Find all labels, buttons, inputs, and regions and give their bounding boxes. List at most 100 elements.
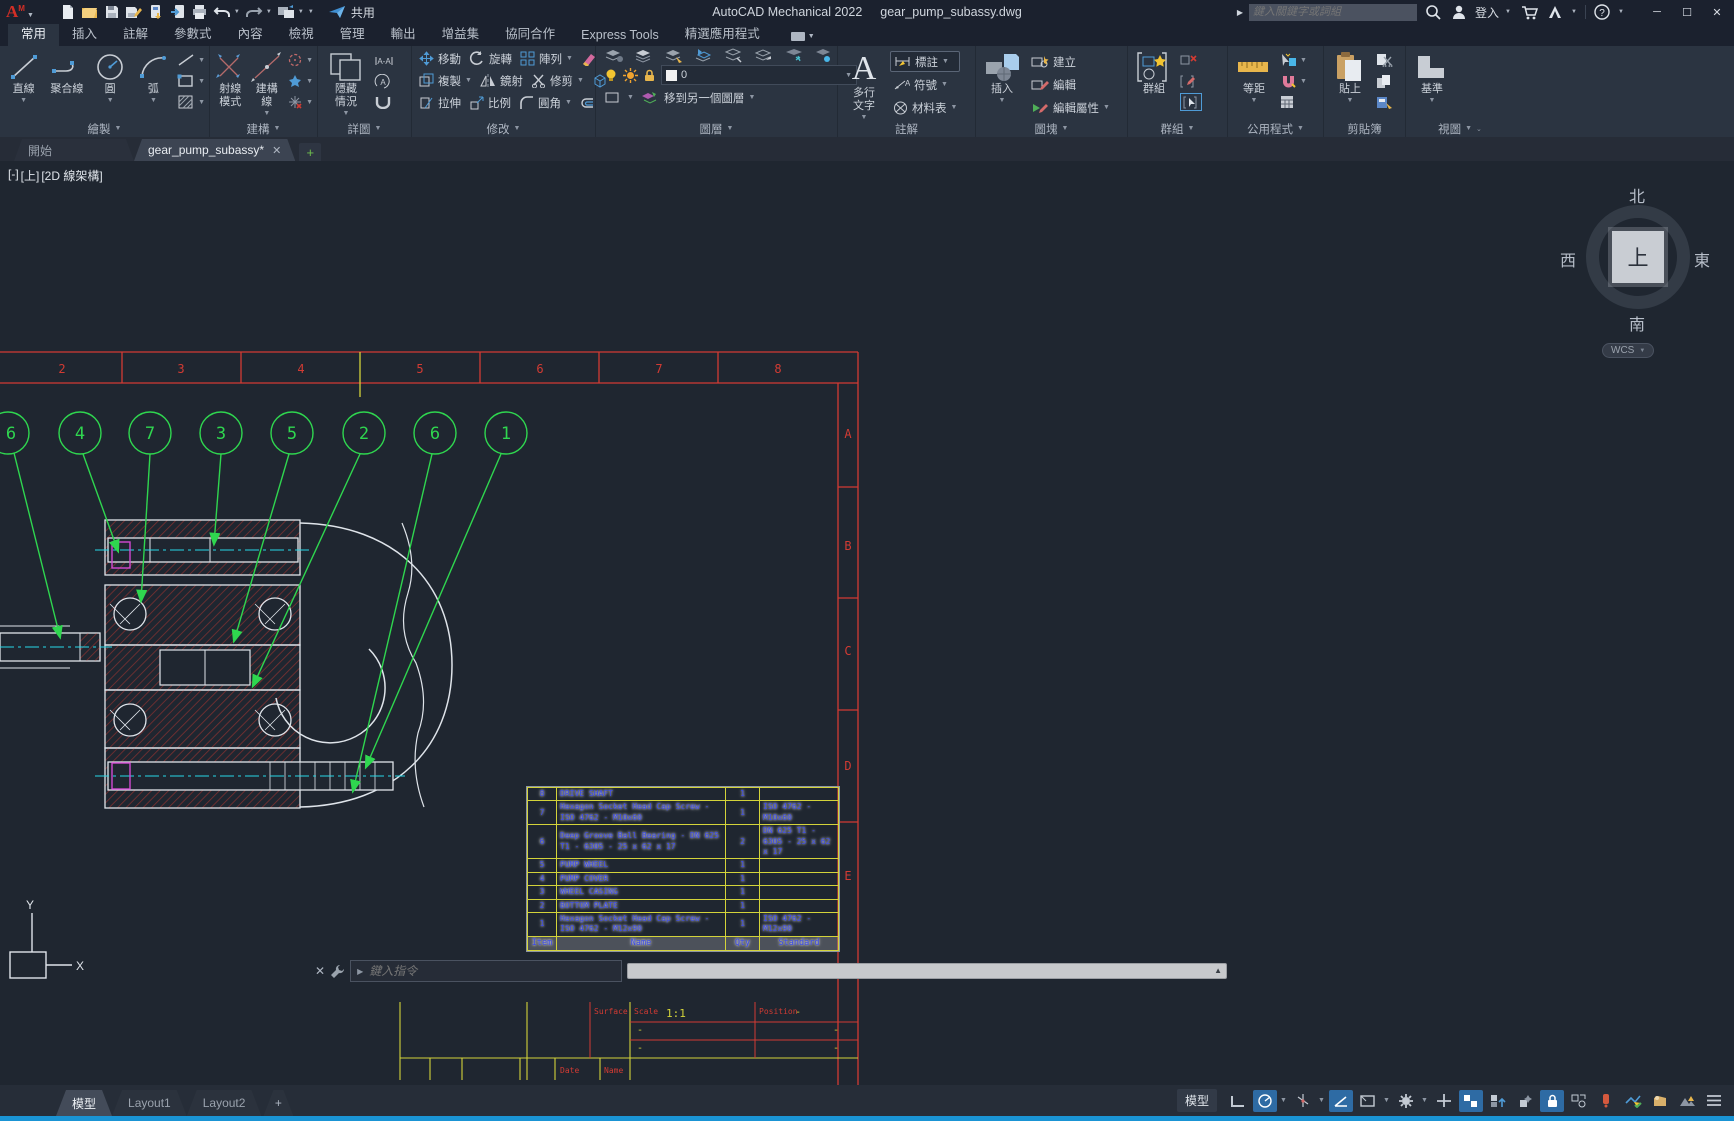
layer-walk-icon[interactable] <box>694 48 714 63</box>
layer-on-icon[interactable] <box>604 68 618 83</box>
trace-icon[interactable] <box>1594 1090 1618 1112</box>
help-caret-icon[interactable]: ▼ <box>1618 9 1626 15</box>
command-history-up-icon[interactable]: ▲ <box>1214 966 1222 975</box>
bom-table[interactable]: 8DRIVE SHAFT1 7Hexagon Socket Head Cap S… <box>527 787 839 951</box>
group-edit-button[interactable] <box>1180 72 1202 90</box>
app-store-cart-icon[interactable] <box>1519 2 1539 22</box>
ray-mode-button[interactable]: 射線 模式 <box>214 49 247 109</box>
layer-freeze-icon[interactable] <box>784 48 804 63</box>
help-icon[interactable]: ? <box>1592 2 1612 22</box>
edit-attributes-button[interactable]: 編輯屬性▼ <box>1028 97 1113 118</box>
layer-bulb-icon[interactable] <box>814 48 832 63</box>
close-tab-icon[interactable]: ✕ <box>272 144 281 157</box>
print-button[interactable] <box>190 2 210 22</box>
panel-label-layers[interactable]: 圖層▼ <box>596 120 837 137</box>
tab-layout1[interactable]: Layout1 <box>112 1090 187 1116</box>
annotation-scale-lock-icon[interactable] <box>1540 1090 1564 1112</box>
visual-style-control[interactable]: [2D 線架構] <box>41 167 102 184</box>
arc-button[interactable]: 弧▼ <box>134 49 173 104</box>
plot-button[interactable] <box>146 2 166 22</box>
dynamic-input-icon[interactable] <box>1356 1090 1380 1112</box>
move-to-layer-button[interactable]: 移到另一個圖層▼ <box>664 87 755 108</box>
measure-button[interactable]: 等距▼ <box>1232 49 1276 104</box>
base-view-button[interactable]: 基準▼ <box>1410 49 1454 104</box>
stretch-button[interactable]: 拉伸 <box>416 92 464 113</box>
dimension-button[interactable]: 標註▼ <box>890 51 960 72</box>
viewcube[interactable]: 北 南 西 東 上 WCS▼ <box>1576 191 1706 361</box>
insert-block-button[interactable]: 插入▼ <box>980 49 1024 104</box>
signin-button[interactable]: 登入 <box>1475 4 1499 21</box>
mtext-button[interactable]: A 多行 文字▼ <box>842 49 886 121</box>
viewcube-north[interactable]: 北 <box>1629 183 1645 207</box>
autodesk-app-icon[interactable] <box>1545 2 1565 22</box>
workspace-button[interactable] <box>276 2 296 22</box>
polyline-button[interactable]: 聚合線 <box>47 49 86 96</box>
viewcube-top-face[interactable]: 上 <box>1612 231 1664 283</box>
selection-cycling-icon[interactable] <box>1432 1090 1456 1112</box>
search-expand-icon[interactable]: ▶ <box>1237 8 1243 17</box>
layer-prev-icon[interactable] <box>754 48 774 63</box>
panel-label-modify[interactable]: 修改▼ <box>412 120 595 137</box>
detail-clip-button[interactable] <box>374 93 394 111</box>
move-button[interactable]: 移動 <box>416 48 464 69</box>
polar-caret-icon[interactable]: ▼ <box>1318 1097 1326 1104</box>
panel-label-view[interactable]: 視圖▼⌄ <box>1406 120 1514 137</box>
panel-label-draw[interactable]: 繪製▼ <box>0 120 209 137</box>
undo-caret-icon[interactable]: ▼ <box>234 9 242 15</box>
wcs-dropdown[interactable]: WCS▼ <box>1602 343 1654 358</box>
user-icon[interactable] <box>1449 2 1469 22</box>
cut-button[interactable] <box>1376 51 1393 69</box>
settings-caret-icon[interactable]: ▼ <box>1421 1097 1429 1104</box>
splatter-flyout-button[interactable]: ▼ <box>287 72 313 90</box>
hide-situation-button[interactable]: 隱藏 情況▼ <box>322 49 370 117</box>
tab-layout2[interactable]: Layout2 <box>187 1090 262 1116</box>
panel-label-block[interactable]: 圖塊▼ <box>976 120 1127 137</box>
erase-construction-button[interactable]: ▼ <box>287 93 313 111</box>
drawing-canvas[interactable]: [-] [上] [2D 線架構] <box>0 161 1734 1085</box>
save-as-button[interactable] <box>124 2 144 22</box>
trim-button[interactable]: 修剪▼ <box>528 70 587 91</box>
qat-customize-caret-icon[interactable]: ▼ <box>308 9 316 15</box>
model-space-toggle[interactable]: 模型 <box>1177 1089 1217 1112</box>
hatch-flyout-button[interactable]: ▼ <box>177 93 205 111</box>
viewport-menu-control[interactable]: [-] <box>8 167 19 184</box>
workspace-caret-icon[interactable]: ▼ <box>298 9 306 15</box>
view-control[interactable]: [上] <box>21 167 40 184</box>
array-button[interactable]: 陣列▼ <box>517 48 576 69</box>
paste-button[interactable]: 貼上▼ <box>1328 49 1372 104</box>
calculator-button[interactable] <box>1280 93 1307 111</box>
layer-thaw-icon[interactable] <box>623 68 638 83</box>
viewcube-south[interactable]: 南 <box>1629 311 1645 335</box>
tab-model[interactable]: 模型 <box>56 1090 112 1116</box>
bom-button[interactable]: 材料表▼ <box>890 97 960 118</box>
snap-magnet-button[interactable]: ▼ <box>1280 72 1307 90</box>
rectangle-flyout-button[interactable]: ▼ <box>177 72 205 90</box>
command-prompt[interactable]: ▶ <box>350 960 622 982</box>
viewcube-west[interactable]: 西 <box>1560 247 1576 271</box>
commandline-close-icon[interactable]: ✕ <box>315 964 325 978</box>
command-input[interactable] <box>369 964 615 978</box>
create-block-button[interactable]: 建立 <box>1028 51 1113 72</box>
file-tab-start[interactable]: 開始 <box>14 139 134 161</box>
panel-label-construction[interactable]: 建構▼ <box>210 120 317 137</box>
maximize-button[interactable]: ☐ <box>1672 0 1702 24</box>
autoscale-icon[interactable] <box>1513 1090 1537 1112</box>
fillet-button[interactable]: 圓角▼ <box>516 92 575 113</box>
ungroup-button[interactable] <box>1180 51 1202 69</box>
export-button[interactable] <box>168 2 188 22</box>
redo-button[interactable] <box>244 2 264 22</box>
layer-properties-icon[interactable] <box>604 48 624 63</box>
search-icon[interactable] <box>1423 2 1443 22</box>
command-history-bar[interactable]: ▲ <box>627 963 1227 979</box>
line-button[interactable]: 直線▼ <box>4 49 43 104</box>
panel-label-annotation[interactable]: 註解 <box>838 121 975 137</box>
paste-special-button[interactable] <box>1376 93 1393 111</box>
copy-button[interactable]: 複製▼ <box>416 70 475 91</box>
layer-isolate-icon[interactable] <box>604 91 621 104</box>
section-view-button[interactable]: A-A <box>374 51 394 69</box>
osnap-icon[interactable] <box>1459 1090 1483 1112</box>
polar-tracking-icon[interactable] <box>1291 1090 1315 1112</box>
mirror-button[interactable]: 鏡射 <box>477 70 526 91</box>
autodesk-caret-icon[interactable]: ▼ <box>1571 9 1579 15</box>
layer-match-icon[interactable] <box>724 48 744 63</box>
